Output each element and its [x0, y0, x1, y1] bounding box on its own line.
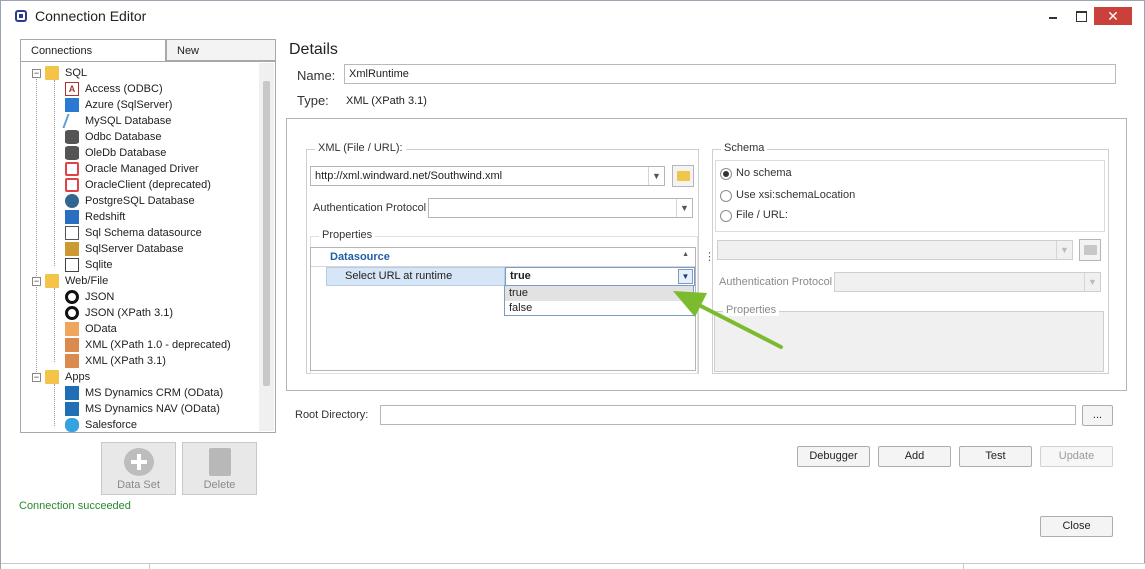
- database-icon: [65, 146, 79, 160]
- sqlserver-icon: [65, 242, 79, 256]
- maximize-button[interactable]: [1067, 7, 1095, 25]
- connection-editor-window: Connection Editor ✕ Connections New − SQ…: [0, 0, 1145, 569]
- tree-guide-line: [54, 384, 55, 426]
- radio-xsi-label: Use xsi:schemaLocation: [736, 189, 856, 201]
- browse-root-button[interactable]: ...: [1082, 405, 1113, 426]
- root-directory-input[interactable]: [380, 405, 1076, 425]
- close-window-button[interactable]: ✕: [1094, 7, 1132, 25]
- chevron-down-icon[interactable]: ▼: [676, 199, 692, 217]
- chevron-down-icon[interactable]: ▼: [1056, 241, 1072, 259]
- app-icon: [15, 10, 27, 22]
- grid-row-select-url[interactable]: Select URL at runtime true ▼: [326, 267, 695, 286]
- plus-circle-icon: [124, 448, 154, 476]
- tree-guide-line: [54, 80, 55, 266]
- oracle-icon: [65, 178, 79, 192]
- odata-icon: [65, 322, 79, 336]
- schema-url-combo[interactable]: ▼: [717, 240, 1073, 260]
- debugger-button[interactable]: Debugger: [797, 446, 870, 467]
- add-dataset-button[interactable]: Data Set: [101, 442, 176, 495]
- scrollbar-thumb[interactable]: [263, 81, 270, 386]
- schema-browse-button[interactable]: [1079, 239, 1101, 261]
- auth-protocol-label: Authentication Protocol: [313, 202, 427, 214]
- xml-group-title: XML (File / URL):: [315, 142, 406, 154]
- xml-icon: [65, 338, 79, 352]
- footer-divider: [149, 564, 150, 569]
- add-button[interactable]: Add: [878, 446, 951, 467]
- name-input[interactable]: XmlRuntime: [344, 64, 1116, 84]
- update-button[interactable]: Update: [1040, 446, 1113, 467]
- test-button[interactable]: Test: [959, 446, 1032, 467]
- xml-url-combo[interactable]: http://xml.windward.net/Southwind.xml ▼: [310, 166, 665, 186]
- window-title: Connection Editor: [35, 8, 147, 24]
- grid-category-label: Datasource: [330, 251, 390, 263]
- green-arrow-annotation: [673, 291, 783, 349]
- grid-category-datasource[interactable]: Datasource ▲: [311, 248, 695, 267]
- radio-selected-icon: [720, 168, 732, 180]
- folder-icon: [45, 66, 59, 80]
- azure-icon: [65, 98, 79, 112]
- properties-title: Properties: [319, 229, 376, 241]
- dynamics-icon: [65, 402, 79, 416]
- radio-file-url-label: File / URL:: [736, 209, 788, 221]
- delete-button-label: Delete: [203, 479, 236, 491]
- xml-icon: [65, 354, 79, 368]
- tree-guide-line: [36, 74, 37, 378]
- tab-connections[interactable]: Connections: [20, 39, 166, 61]
- details-heading: Details: [289, 41, 338, 58]
- type-label: Type:: [297, 93, 329, 108]
- connection-status: Connection succeeded: [19, 500, 131, 512]
- collapse-up-icon[interactable]: ▲: [682, 251, 689, 258]
- left-tabs: Connections New: [20, 39, 276, 61]
- collapse-toggle[interactable]: −: [32, 69, 41, 78]
- title-bar: Connection Editor ✕: [1, 1, 1144, 31]
- tab-new[interactable]: New: [166, 39, 276, 61]
- oracle-icon: [65, 162, 79, 176]
- folder-icon: [45, 274, 59, 288]
- chevron-down-icon[interactable]: ▼: [648, 167, 664, 185]
- dynamics-icon: [65, 386, 79, 400]
- browse-folder-button[interactable]: [672, 165, 694, 187]
- salesforce-icon: [65, 418, 79, 432]
- postgresql-icon: [65, 194, 79, 208]
- root-directory-label: Root Directory:: [295, 409, 369, 421]
- schema-title: Schema: [721, 142, 768, 154]
- redshift-icon: [65, 210, 79, 224]
- database-icon: [65, 130, 79, 144]
- json-icon: [65, 306, 79, 320]
- tree-scrollbar[interactable]: [259, 63, 274, 431]
- collapse-toggle[interactable]: −: [32, 277, 41, 286]
- trash-icon: [209, 448, 231, 476]
- tree-guide-line: [54, 288, 55, 362]
- chevron-down-icon[interactable]: ▼: [1084, 273, 1100, 291]
- access-icon: A: [65, 82, 79, 96]
- folder-icon: [45, 370, 59, 384]
- dataset-button-label: Data Set: [117, 479, 160, 491]
- auth-protocol-combo[interactable]: ▼: [428, 198, 693, 218]
- close-button[interactable]: Close: [1040, 516, 1113, 537]
- radio-unselected-icon: [720, 210, 732, 222]
- name-label: Name:: [297, 68, 336, 83]
- schema-auth-combo[interactable]: ▼: [834, 272, 1101, 292]
- grid-row-key: Select URL at runtime: [326, 267, 505, 286]
- radio-unselected-icon: [720, 190, 732, 202]
- minimize-button[interactable]: [1039, 7, 1067, 25]
- sqlite-icon: [65, 258, 79, 272]
- delete-button[interactable]: Delete: [182, 442, 257, 495]
- mysql-icon: [62, 114, 82, 128]
- connection-tree: − SQL A Access (ODBC) Azure (SqlServer) M…: [20, 61, 276, 433]
- type-value: XML (XPath 3.1): [346, 95, 427, 107]
- json-icon: [65, 290, 79, 304]
- schema-tree-icon: [65, 226, 79, 240]
- footer-strip: [1, 563, 1145, 569]
- radio-no-schema-label: No schema: [736, 167, 792, 179]
- footer-divider: [963, 564, 964, 569]
- xml-url-value: http://xml.windward.net/Southwind.xml: [315, 170, 503, 182]
- collapse-toggle[interactable]: −: [32, 373, 41, 382]
- grid-row-value-text: true: [510, 270, 531, 282]
